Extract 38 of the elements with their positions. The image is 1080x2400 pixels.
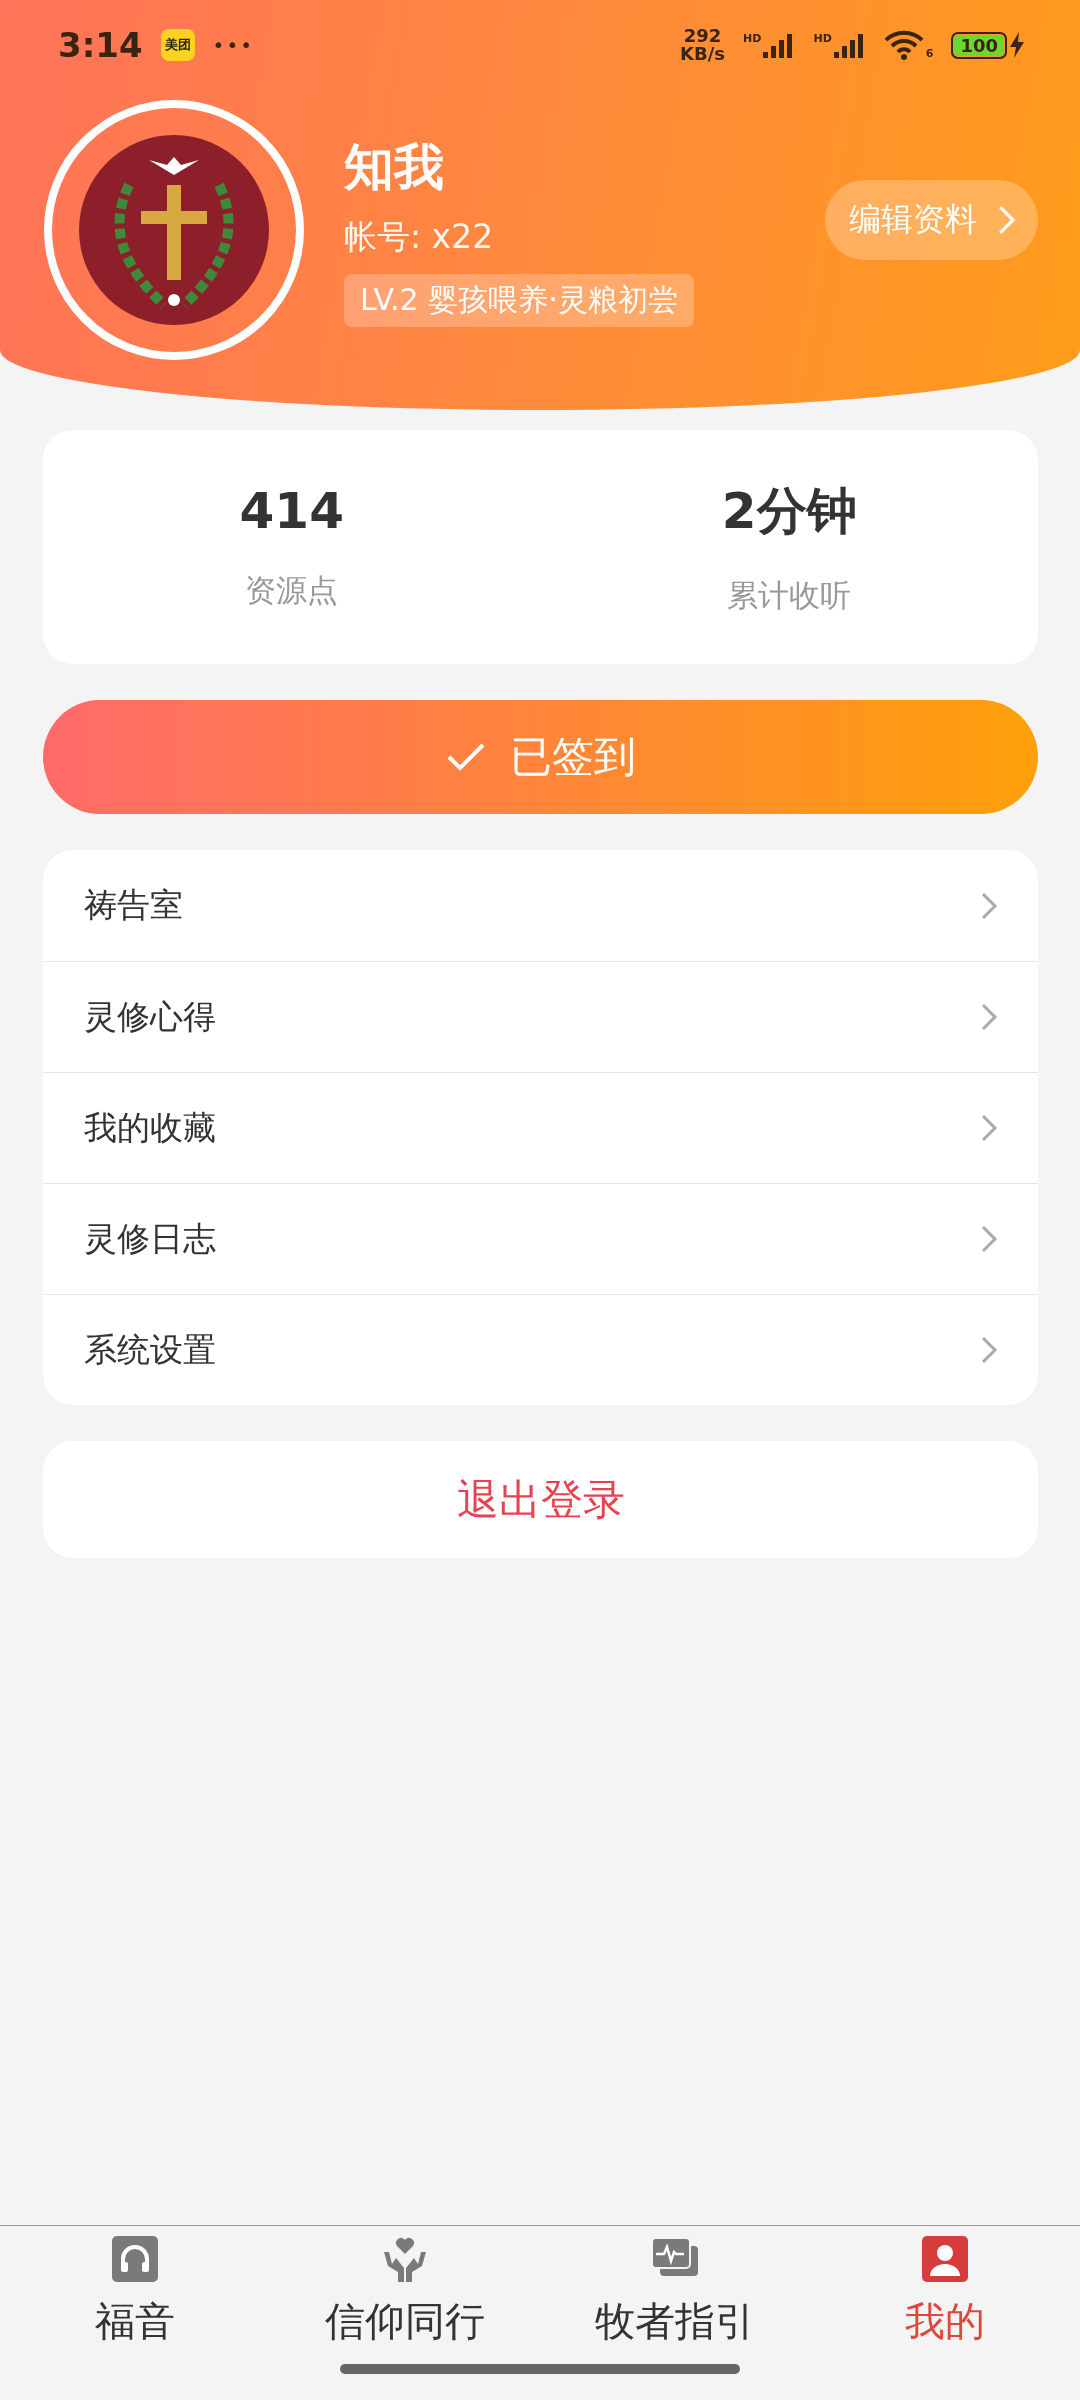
tab-item[interactable]: 牧者指引 — [540, 2226, 810, 2350]
status-time: 3:14 — [58, 25, 143, 65]
avatar[interactable] — [44, 100, 304, 360]
level-badge: LV.2 婴孩喂养·灵粮初尝 — [344, 273, 694, 327]
check-icon — [445, 742, 486, 772]
tab-item[interactable]: 我的 — [810, 2226, 1080, 2350]
logout-button[interactable]: 退出登录 — [43, 1441, 1038, 1558]
hd-label: HD — [813, 32, 832, 45]
chevron-icon — [996, 204, 1016, 236]
stat-label: 资源点 — [245, 571, 339, 610]
stat-value: 2分钟 — [721, 480, 857, 542]
tab-item[interactable]: 福音 — [0, 2226, 270, 2350]
menu-item[interactable]: 我的收藏 — [43, 1072, 1038, 1183]
menu-item[interactable]: 系统设置 — [43, 1294, 1038, 1405]
battery-icon: 100 — [951, 31, 1007, 59]
stat-value: 414 — [239, 482, 344, 540]
headphones-icon — [110, 2234, 160, 2284]
wifi-label: 6 — [925, 47, 934, 60]
user-name: 知我 — [344, 136, 445, 198]
network-speed: 292 KB/s — [680, 27, 726, 63]
menu-item[interactable]: 祷告室 — [43, 850, 1038, 961]
signal-icon — [833, 32, 866, 58]
chevron-icon — [980, 890, 998, 921]
tab-item[interactable]: 信仰同行 — [270, 2226, 540, 2350]
app-badge: 美团 — [160, 29, 195, 61]
chevron-icon — [980, 1113, 998, 1143]
more-dots: ••• — [212, 33, 254, 57]
hd-label: HD — [743, 32, 762, 45]
charging-icon — [1009, 32, 1025, 58]
stat-label: 累计收听 — [727, 575, 852, 615]
chevron-icon — [980, 1335, 998, 1365]
menu-item[interactable]: 灵修日志 — [43, 1183, 1038, 1294]
account-id: 帐号: x22 — [344, 215, 495, 258]
chevron-icon — [980, 1224, 998, 1254]
wifi-icon — [883, 30, 924, 60]
chevron-icon — [980, 1002, 998, 1032]
person-icon — [920, 2234, 970, 2284]
menu-item[interactable]: 灵修心得 — [43, 961, 1038, 1072]
